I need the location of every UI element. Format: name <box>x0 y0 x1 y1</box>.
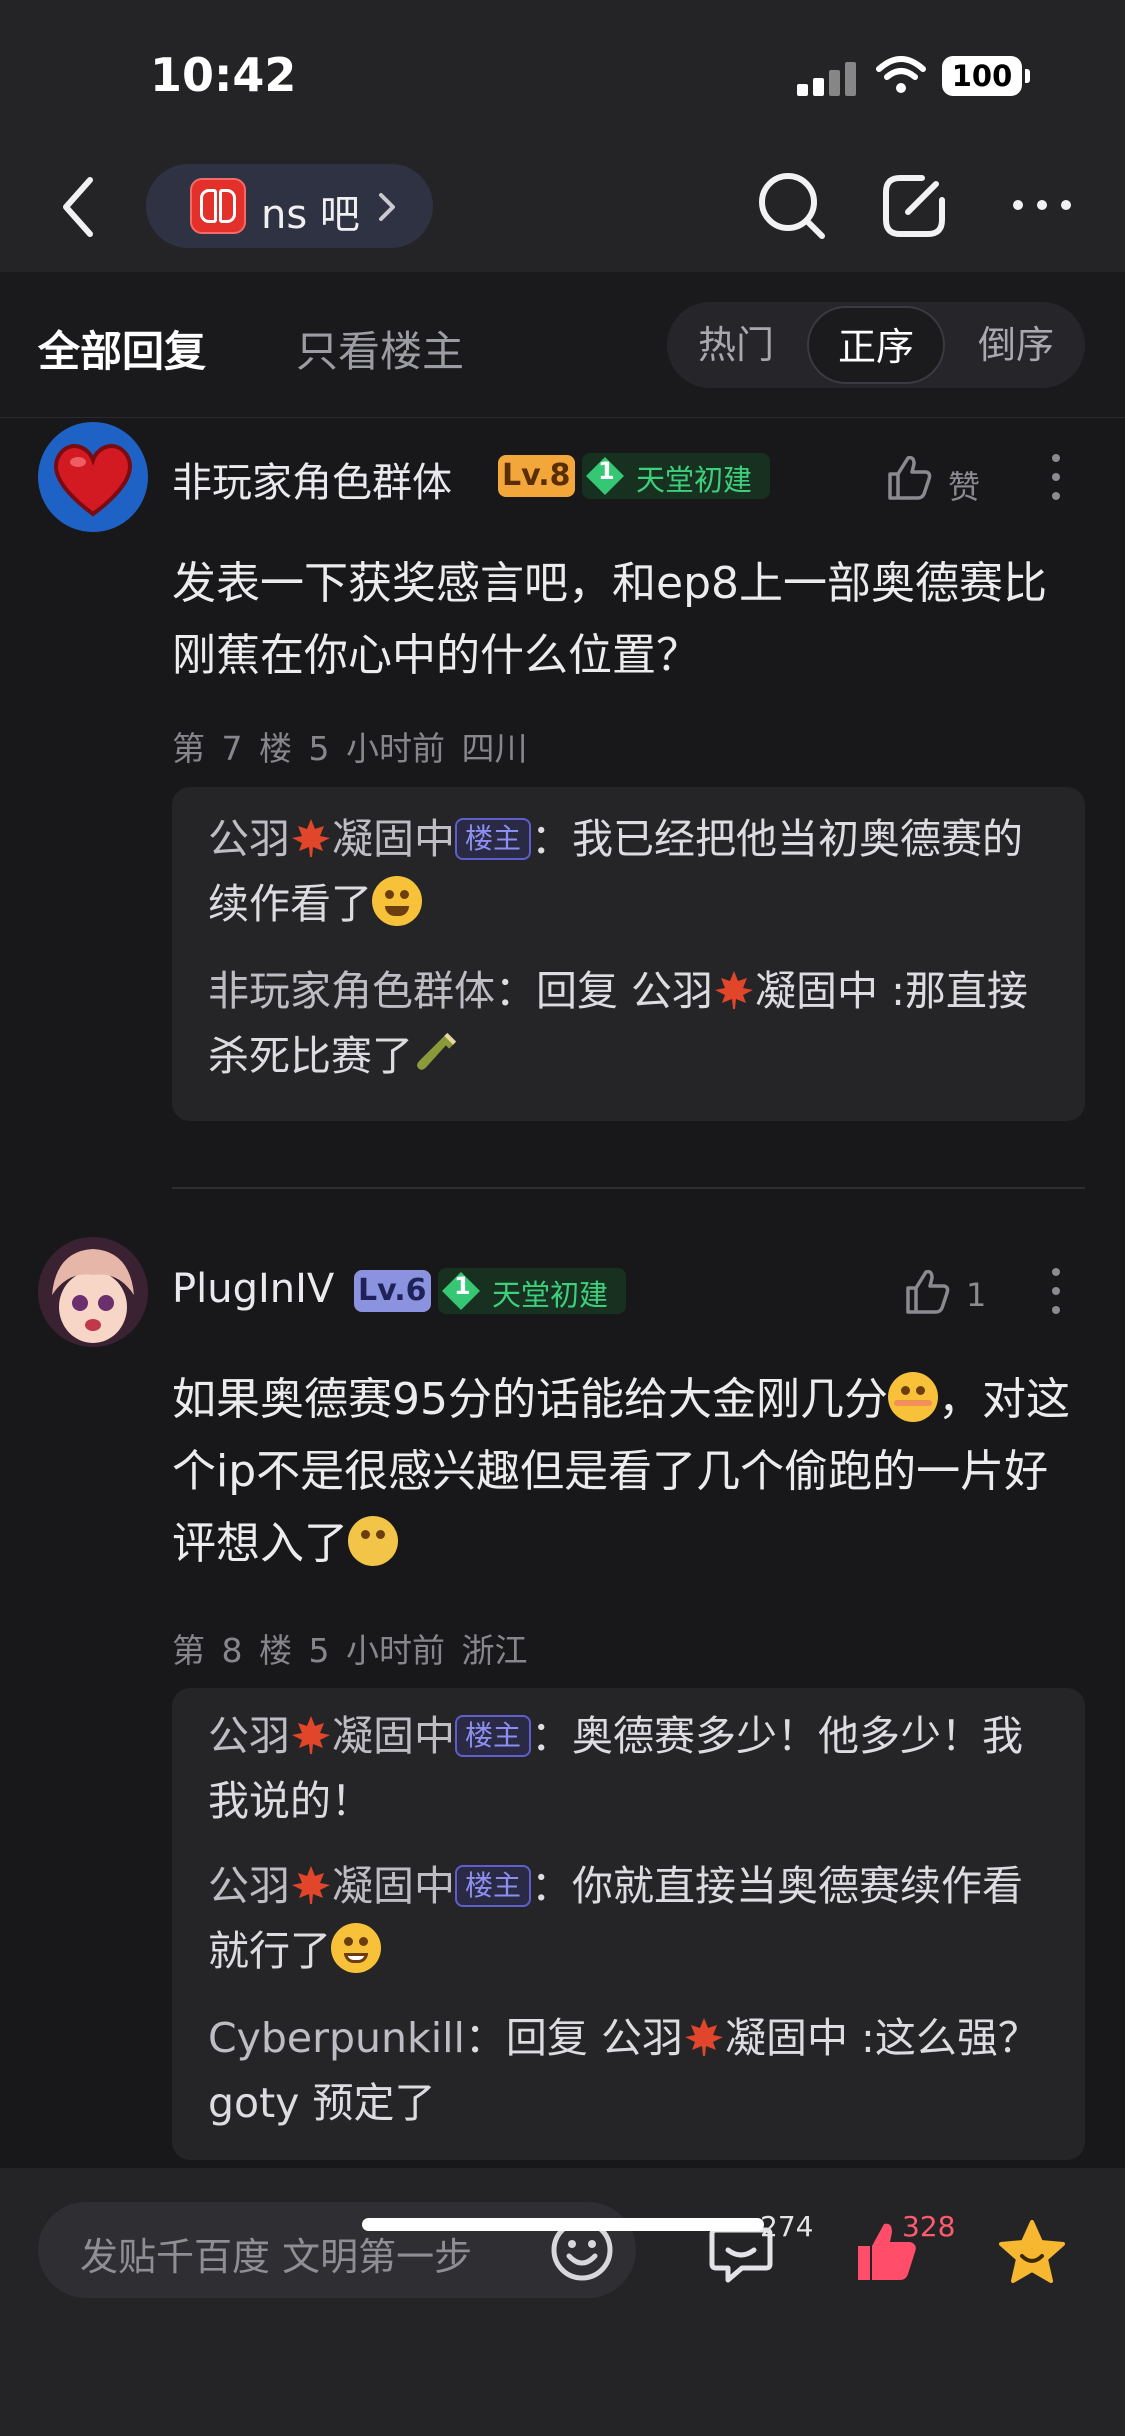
like-count: 328 <box>902 2210 956 2243</box>
sort-hot-button[interactable]: 热门 <box>667 302 805 388</box>
tab-owner-only[interactable]: 只看楼主 <box>296 318 464 379</box>
top-nav-bar: ns 吧 <box>0 150 1125 272</box>
like-label[interactable]: 赞 <box>948 462 980 508</box>
nintendo-switch-logo-icon <box>190 178 246 234</box>
title-badge: 1 天堂初建 <box>438 1268 626 1314</box>
post-more-icon[interactable] <box>1051 1266 1061 1316</box>
like-count[interactable]: 1 <box>966 1276 986 1314</box>
badge-number: 1 <box>598 457 615 485</box>
owner-tag: 楼主 <box>455 1715 532 1757</box>
thumbs-up-icon[interactable] <box>902 1266 952 1316</box>
home-indicator <box>362 2218 764 2231</box>
maple-leaf-icon <box>292 1866 330 1904</box>
post-meta: 第 8 楼 5 小时前 浙江 <box>172 1631 528 1670</box>
title-badge: 1 天堂初建 <box>582 453 770 499</box>
tab-all-replies[interactable]: 全部回复 <box>38 318 206 379</box>
reply-input-placeholder: 发贴千百度 文明第一步 <box>80 2235 473 2279</box>
badge-title: 天堂初建 <box>636 463 753 497</box>
sub-reply[interactable]: 非玩家角色群体：回复 公羽 凝固中 :那直接杀死比赛了 <box>208 959 1058 1089</box>
badge-title: 天堂初建 <box>492 1278 609 1312</box>
reply-author[interactable]: 公羽 <box>208 1862 290 1910</box>
sort-descending-button[interactable]: 倒序 <box>947 302 1085 388</box>
post-content: 如果奥德赛95分的话能给大金刚几分 ，对这个ip不是很感兴趣但是看了几个偷跑的一片… <box>172 1372 1070 1569</box>
cellular-signal-icon <box>797 60 857 96</box>
sub-replies-box[interactable]: 公羽 凝固中 楼主 ：我已经把他当初奥德赛的续作看了 非玩家角色群体：回复 公羽 凝固中… <box>172 787 1085 1121</box>
badge-number: 1 <box>454 1272 471 1300</box>
post-username[interactable]: PlugInIV <box>172 1266 334 1312</box>
reply-author[interactable]: Cyberpunkill <box>208 2014 465 2062</box>
sub-replies-box[interactable]: 公羽 凝固中 楼主 ：奥德赛多少！他多少！我我说的！ 公羽 凝固中 楼主 ：你就直接当奥德赛… <box>172 1688 1085 2160</box>
battery-level: 100 <box>942 56 1022 96</box>
owner-tag: 楼主 <box>455 818 532 860</box>
sub-reply[interactable]: 公羽 凝固中 楼主 ：我已经把他当初奥德赛的续作看了 <box>208 807 1058 937</box>
maple-leaf-icon <box>292 819 330 857</box>
more-options-icon[interactable] <box>1010 190 1074 220</box>
avatar[interactable] <box>38 422 148 532</box>
sub-reply[interactable]: Cyberpunkill：回复 公羽 凝固中 :这么强？goty 预定了 <box>208 2006 1058 2136</box>
comment-count: 274 <box>760 2210 814 2243</box>
champagne-bottle-icon <box>417 1032 457 1070</box>
sort-segmented-control: 热门 正序 倒序 <box>667 302 1085 388</box>
level-badge: Lv.6 <box>354 1270 431 1312</box>
laughing-emoji-icon <box>372 876 422 926</box>
post-content: 发表一下获奖感言吧，和ep8上一部奥德赛比刚蕉在你心中的什么位置？ <box>172 558 1047 681</box>
chevron-right-icon <box>379 193 395 221</box>
edit-post-icon[interactable] <box>874 166 954 246</box>
post-divider <box>172 1187 1085 1189</box>
reply-author[interactable]: 公羽 <box>208 1712 290 1760</box>
favorite-star-icon[interactable] <box>996 2216 1068 2288</box>
wifi-icon <box>876 56 926 93</box>
sort-ascending-button[interactable]: 正序 <box>807 306 945 384</box>
back-arrow-icon[interactable] <box>54 172 104 242</box>
search-icon[interactable] <box>752 166 832 246</box>
status-time: 10:42 <box>150 48 297 102</box>
post-meta: 第 7 楼 5 小时前 四川 <box>172 729 528 768</box>
sub-reply[interactable]: 公羽 凝固中 楼主 ：奥德赛多少！他多少！我我说的！ <box>208 1704 1058 1834</box>
owner-tag: 楼主 <box>455 1865 532 1907</box>
forum-entry-button[interactable]: ns 吧 <box>146 164 433 248</box>
sad-emoji-icon <box>348 1516 398 1566</box>
maple-leaf-icon <box>292 1716 330 1754</box>
maple-leaf-icon <box>715 971 754 1009</box>
status-bar: 10:42 100 <box>0 0 1125 150</box>
maple-leaf-icon <box>684 2018 723 2056</box>
reply-input[interactable]: 发贴千百度 文明第一步 <box>38 2202 636 2298</box>
grinning-emoji-icon <box>331 1923 381 1973</box>
post-more-icon[interactable] <box>1051 452 1061 502</box>
bottom-action-bar: 发贴千百度 文明第一步 274 328 <box>0 2168 1125 2436</box>
post-username[interactable]: 非玩家角色群体 <box>172 450 452 508</box>
pleading-emoji-icon <box>888 1372 938 1422</box>
sub-reply[interactable]: 公羽 凝固中 楼主 ：你就直接当奥德赛续作看就行了 <box>208 1854 1058 1984</box>
reply-author[interactable]: 非玩家角色群体 <box>208 967 495 1015</box>
battery-tip <box>1025 69 1030 83</box>
thumbs-up-icon[interactable] <box>884 452 934 502</box>
avatar[interactable] <box>38 1237 148 1347</box>
reply-filter-bar: 全部回复 只看楼主 热门 正序 倒序 <box>0 272 1125 418</box>
reply-author[interactable]: 公羽 <box>208 815 290 863</box>
forum-name: ns 吧 <box>261 192 360 238</box>
level-badge: Lv.8 <box>498 455 575 497</box>
